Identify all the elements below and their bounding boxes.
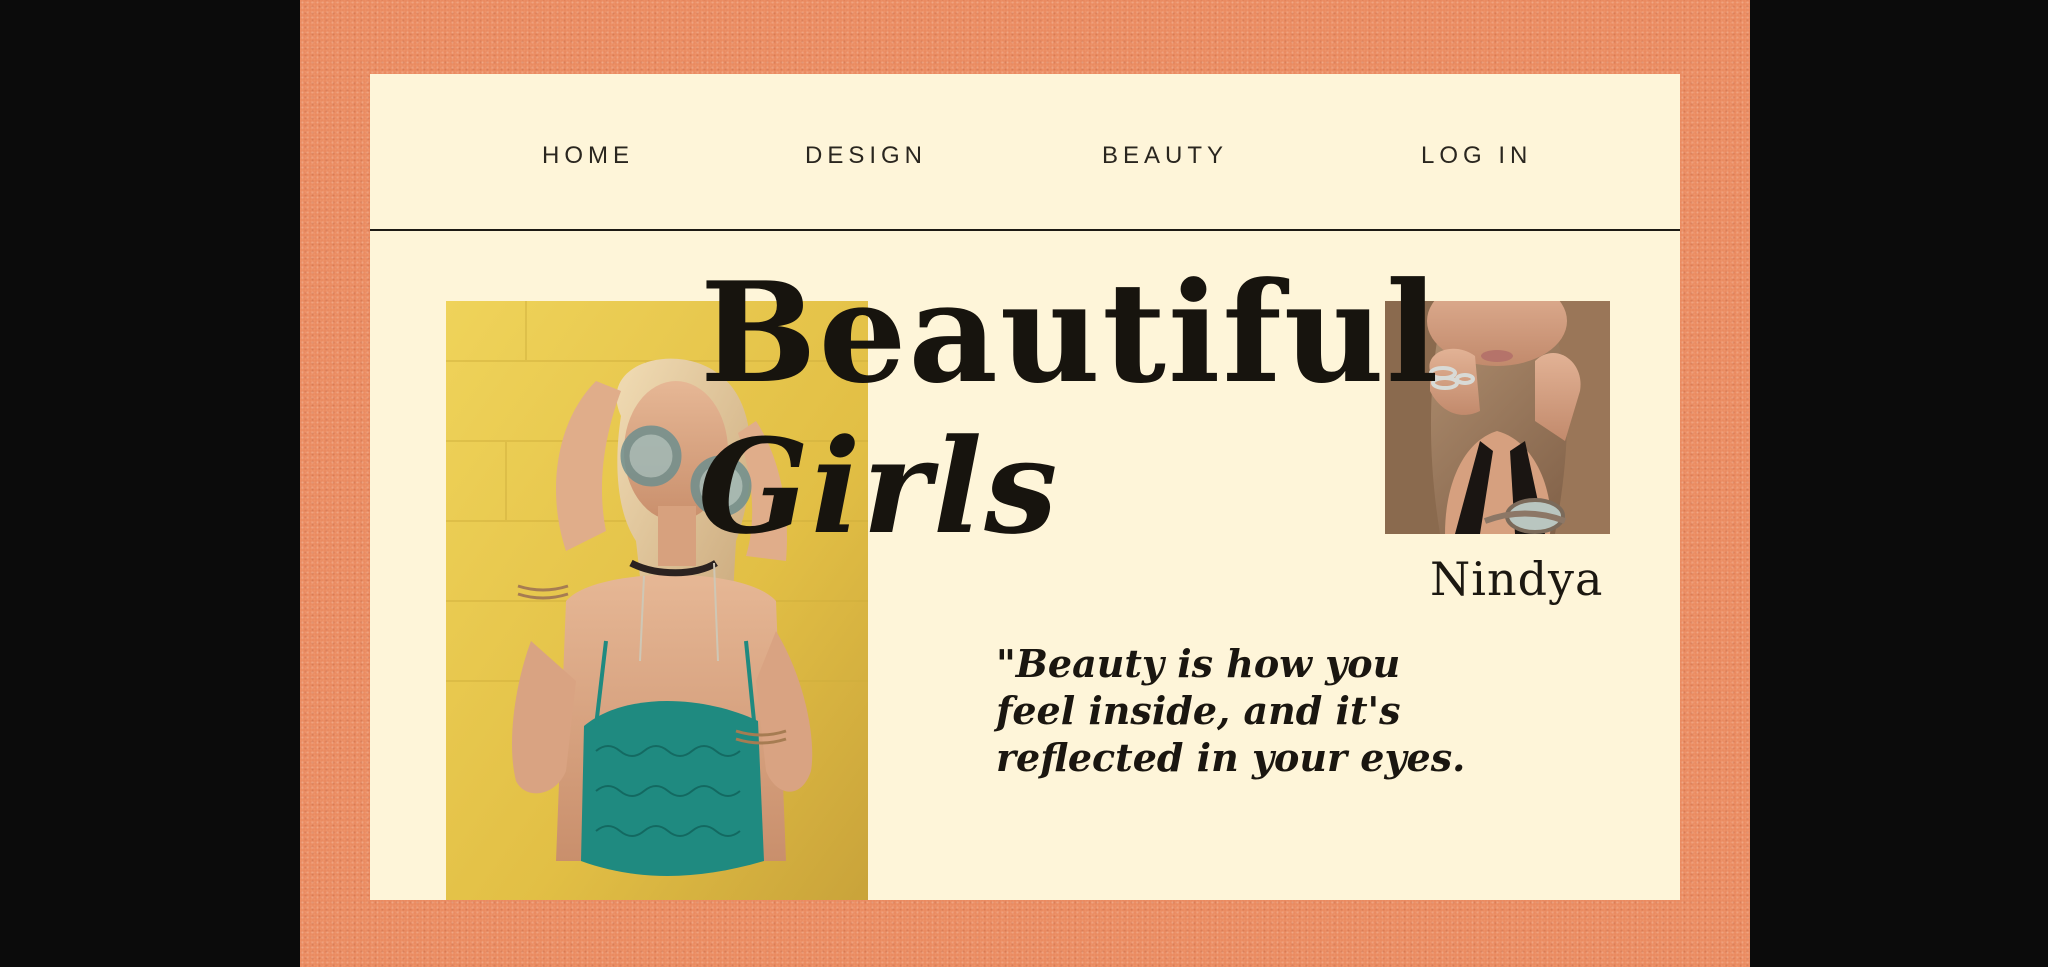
nav-design-link[interactable]: DESIGN xyxy=(805,142,927,170)
feature-name: Nindya xyxy=(1430,552,1604,606)
hero-quote: "Beauty is how you feel inside, and it's… xyxy=(996,640,1516,781)
quote-line-2: feel inside, and it's xyxy=(996,688,1401,733)
quote-line-1: "Beauty is how you xyxy=(996,641,1401,686)
content-card: HOME DESIGN BEAUTY LOG IN Beautiful Girl… xyxy=(370,74,1680,900)
hero-title: Beautiful Girls xyxy=(690,264,1440,552)
page-stage: HOME DESIGN BEAUTY LOG IN Beautiful Girl… xyxy=(0,0,2048,967)
nav-beauty-link[interactable]: BEAUTY xyxy=(1102,142,1228,170)
top-navigation: HOME DESIGN BEAUTY LOG IN xyxy=(370,74,1680,231)
nav-home-link[interactable]: HOME xyxy=(542,142,634,170)
hero-title-line-2: Girls xyxy=(698,410,1060,563)
textured-frame: HOME DESIGN BEAUTY LOG IN Beautiful Girl… xyxy=(300,0,1750,967)
quote-line-3: reflected in your eyes. xyxy=(996,735,1466,780)
hero-title-line-1: Beautiful xyxy=(700,251,1441,414)
nav-login-link[interactable]: LOG IN xyxy=(1421,142,1532,170)
